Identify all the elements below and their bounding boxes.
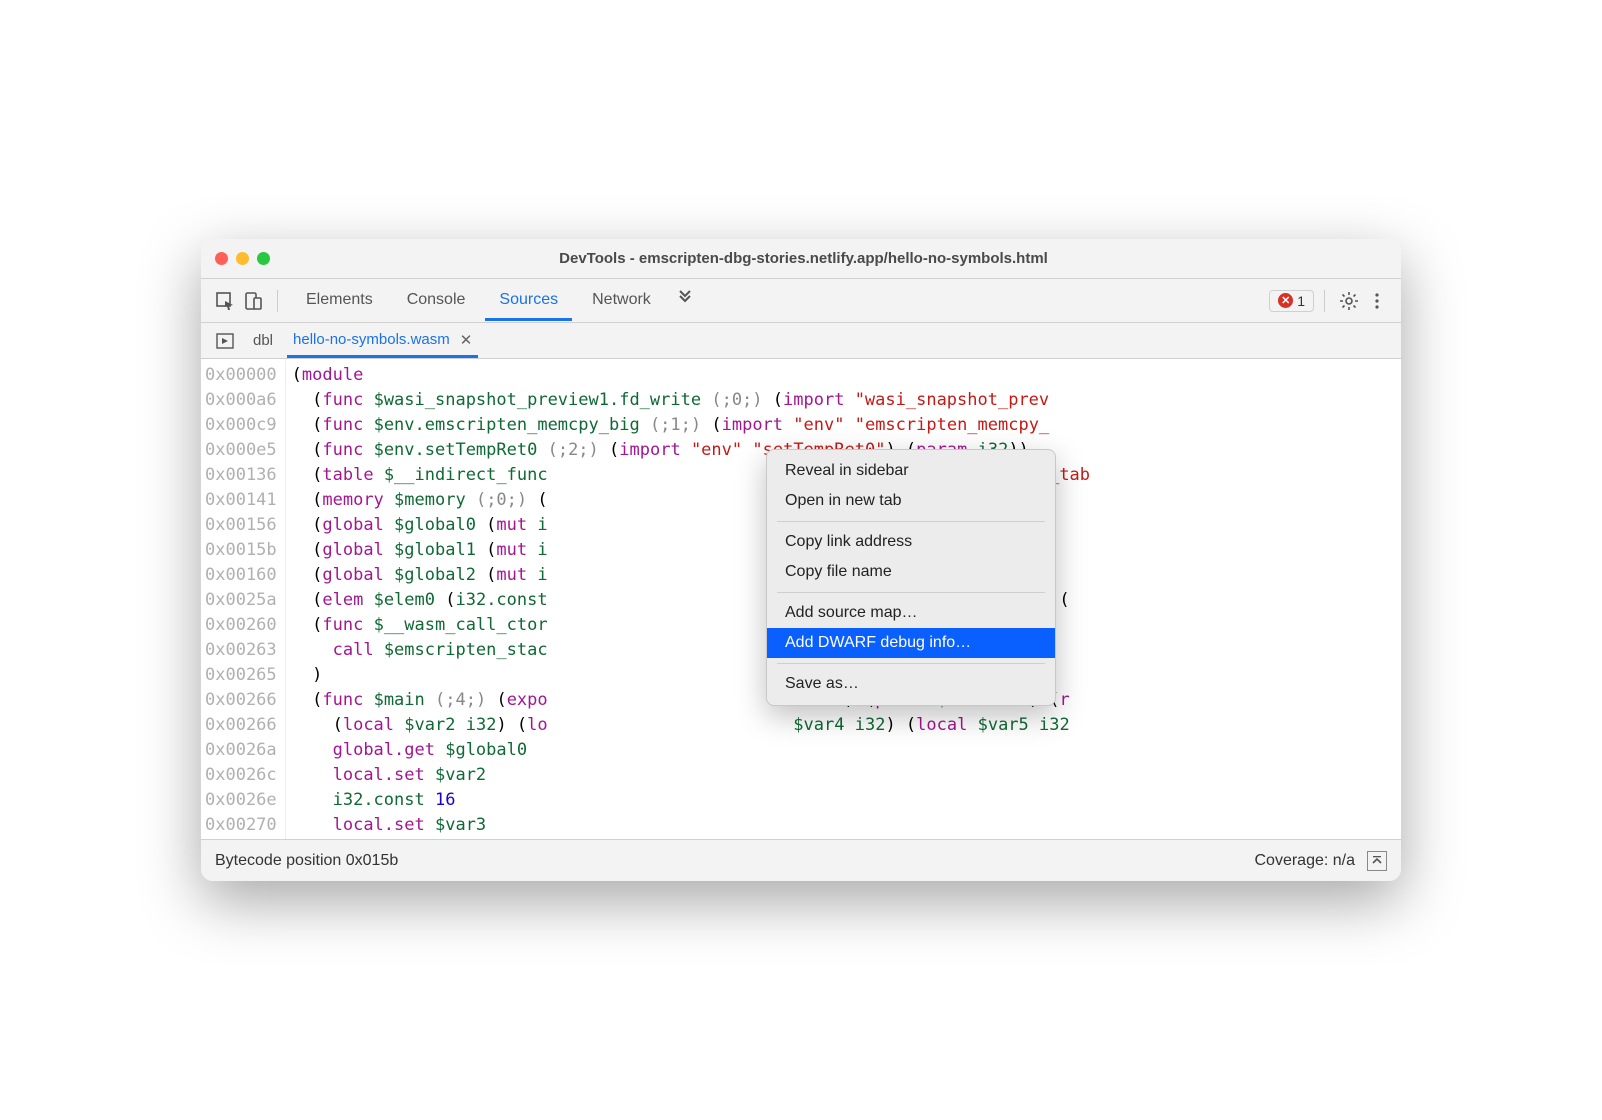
- collapse-icon[interactable]: [1367, 851, 1387, 871]
- gear-icon[interactable]: [1335, 287, 1363, 315]
- error-badge[interactable]: ✕ 1: [1269, 290, 1314, 312]
- menu-separator: [777, 592, 1045, 593]
- devtools-window: DevTools - emscripten-dbg-stories.netlif…: [201, 239, 1401, 881]
- menu-separator: [777, 521, 1045, 522]
- error-count: 1: [1297, 293, 1305, 309]
- menu-save-as[interactable]: Save as…: [767, 669, 1055, 699]
- context-menu: Reveal in sidebar Open in new tab Copy l…: [766, 449, 1056, 706]
- inspect-icon[interactable]: [211, 287, 239, 315]
- navigator-toggle-icon[interactable]: [211, 327, 239, 355]
- tab-console[interactable]: Console: [393, 281, 480, 321]
- file-tab[interactable]: hello-no-symbols.wasm ✕: [287, 324, 478, 358]
- status-coverage: Coverage: n/a: [1254, 852, 1355, 870]
- dbl-label: dbl: [253, 332, 273, 349]
- menu-copy-file-name[interactable]: Copy file name: [767, 557, 1055, 587]
- more-tabs-icon[interactable]: [671, 281, 699, 309]
- status-left: Bytecode position 0x015b: [215, 852, 398, 870]
- status-bar: Bytecode position 0x015b Coverage: n/a: [201, 839, 1401, 881]
- gutter: 0x000000x000a60x000c90x000e50x001360x001…: [201, 359, 286, 839]
- file-tab-name: hello-no-symbols.wasm: [293, 331, 450, 348]
- separator: [277, 290, 278, 312]
- window-title: DevTools - emscripten-dbg-stories.netlif…: [220, 250, 1387, 267]
- separator: [1324, 290, 1325, 312]
- menu-add-dwarf-debug-info[interactable]: Add DWARF debug info…: [767, 628, 1055, 658]
- tab-sources[interactable]: Sources: [485, 281, 572, 321]
- main-toolbar: Elements Console Sources Network ✕ 1: [201, 279, 1401, 323]
- panel-tabs: Elements Console Sources Network: [292, 281, 699, 321]
- error-icon: ✕: [1278, 293, 1293, 308]
- kebab-icon[interactable]: [1363, 287, 1391, 315]
- tab-elements[interactable]: Elements: [292, 281, 387, 321]
- menu-copy-link-address[interactable]: Copy link address: [767, 527, 1055, 557]
- sources-subbar: dbl hello-no-symbols.wasm ✕: [201, 323, 1401, 359]
- device-toggle-icon[interactable]: [239, 287, 267, 315]
- close-icon[interactable]: ✕: [460, 331, 473, 349]
- menu-add-source-map[interactable]: Add source map…: [767, 598, 1055, 628]
- menu-separator: [777, 663, 1045, 664]
- menu-reveal-in-sidebar[interactable]: Reveal in sidebar: [767, 456, 1055, 486]
- titlebar: DevTools - emscripten-dbg-stories.netlif…: [201, 239, 1401, 279]
- tab-network[interactable]: Network: [578, 281, 665, 321]
- menu-open-in-new-tab[interactable]: Open in new tab: [767, 486, 1055, 516]
